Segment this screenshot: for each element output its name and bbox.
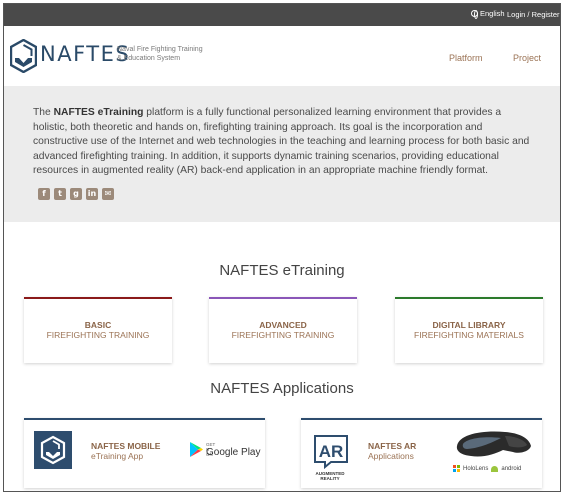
globe-icon — [471, 10, 478, 19]
ar-badge-subtitle: AUGMENTED REALITY — [315, 471, 345, 481]
app-card-ar[interactable]: AR AUGMENTED REALITY NAFTES AR Applicati… — [301, 418, 542, 488]
ar-badge-sub-line2: REALITY — [320, 476, 340, 481]
ar-app-subtitle: Applications — [368, 451, 414, 461]
intro-brand: NAFTES eTraining — [53, 107, 144, 118]
android-icon — [491, 465, 499, 472]
language-selector[interactable]: English — [471, 9, 505, 19]
logo-tagline-line2: & Education System — [117, 55, 181, 62]
facebook-icon[interactable]: f — [38, 188, 50, 200]
card-basic-line1: BASIC — [84, 320, 112, 330]
google-play-badge[interactable]: GET IT ON Google Play — [190, 442, 260, 462]
card-advanced-training[interactable]: ADVANCED FIREFIGHTING TRAINING — [209, 297, 357, 363]
card-advanced-line2: FIREFIGHTING TRAINING — [231, 330, 335, 340]
social-links: f t g in ✉ — [38, 188, 114, 200]
windows-icon — [453, 465, 460, 472]
site-header: NAFTES Naval Fire Fighting Training & Ed… — [4, 26, 560, 86]
card-library-line2: FIREFIGHTING MATERIALS — [414, 330, 524, 340]
ar-app-name: NAFTES AR — [368, 441, 417, 451]
card-basic-line2: FIREFIGHTING TRAINING — [46, 330, 150, 340]
linkedin-icon[interactable]: in — [86, 188, 98, 200]
logo-tagline-line1: Naval Fire Fighting Training — [117, 46, 203, 53]
mobile-app-subtitle: eTraining App — [91, 451, 144, 461]
hololens-headset-icon — [456, 431, 531, 457]
intro-section: The NAFTES eTraining platform is a fully… — [4, 86, 560, 222]
logo-tagline: Naval Fire Fighting Training & Education… — [117, 45, 217, 63]
login-register-link[interactable]: Login / Register — [507, 10, 560, 19]
hololens-label: HoloLens — [463, 465, 489, 472]
card-library-line1: DIGITAL LIBRARY — [432, 320, 506, 330]
app-card-mobile[interactable]: NAFTES MOBILE eTraining App GET IT ON Go… — [24, 418, 265, 488]
card-digital-library[interactable]: DIGITAL LIBRARY FIREFIGHTING MATERIALS — [395, 297, 543, 363]
main-content: NAFTES eTraining BASIC FIREFIGHTING TRAI… — [4, 222, 560, 491]
mobile-app-name: NAFTES MOBILE — [91, 441, 161, 451]
card-advanced-line1: ADVANCED — [259, 320, 307, 330]
email-icon[interactable]: ✉ — [102, 188, 114, 200]
etraining-title: NAFTES eTraining — [219, 262, 345, 279]
google-play-label: Google Play — [206, 447, 261, 458]
twitter-icon[interactable]: t — [54, 188, 66, 200]
nav-platform[interactable]: Platform — [449, 53, 483, 63]
augmented-reality-icon: AR — [314, 435, 348, 470]
naftes-shield-icon[interactable] — [10, 39, 37, 73]
page-frame: English Login / Register NAFTES Naval Fi… — [3, 3, 561, 492]
card-basic-training[interactable]: BASIC FIREFIGHTING TRAINING — [24, 297, 172, 363]
applications-title: NAFTES Applications — [210, 380, 354, 397]
intro-prefix: The — [33, 107, 54, 118]
ar-badge-text: AR — [319, 442, 344, 461]
nav-project[interactable]: Project — [513, 53, 541, 63]
top-bar: English Login / Register — [4, 4, 560, 26]
google-play-icon — [190, 442, 203, 457]
language-label: English — [480, 9, 505, 18]
intro-paragraph: The NAFTES eTraining platform is a fully… — [33, 106, 538, 179]
googleplus-icon[interactable]: g — [70, 188, 82, 200]
android-label: android — [501, 465, 522, 472]
naftes-mobile-app-icon — [34, 431, 72, 469]
platform-labels: HoloLens android — [453, 465, 521, 472]
